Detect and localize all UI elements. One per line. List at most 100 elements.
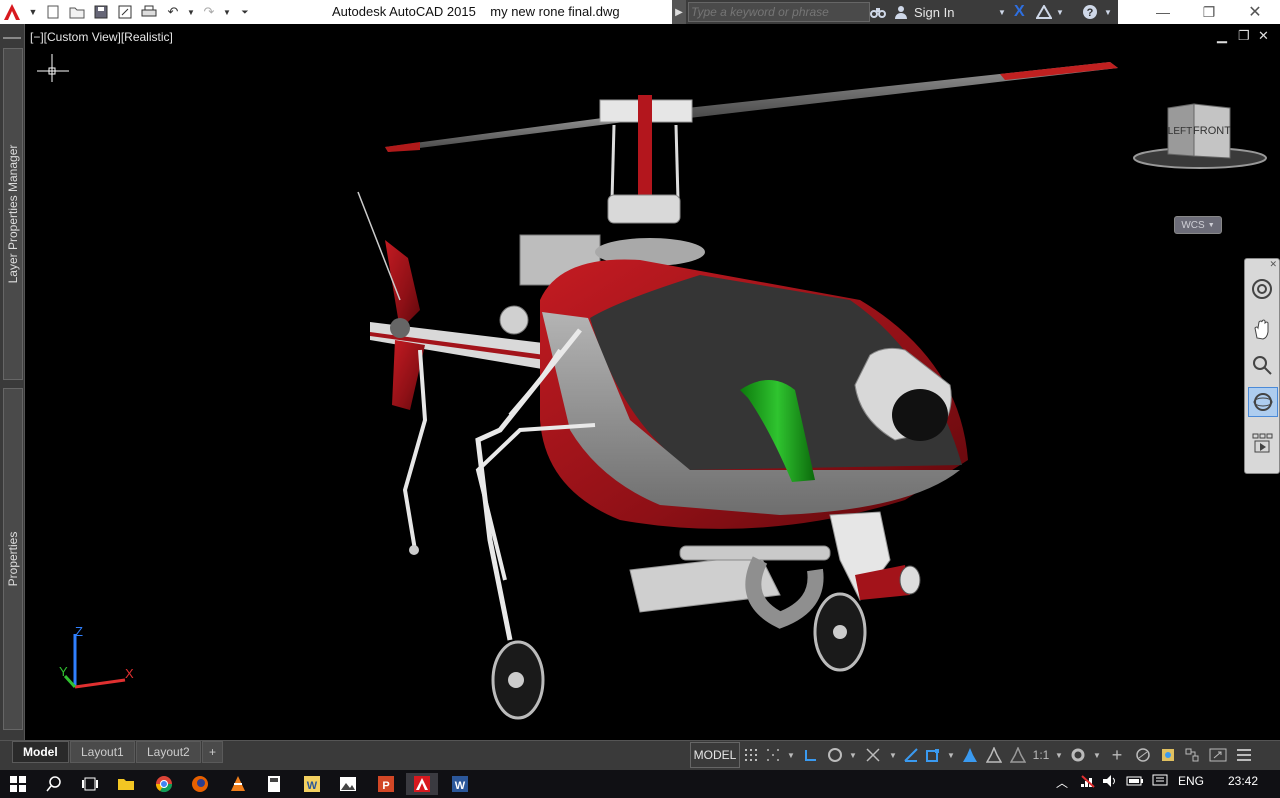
object-snap-dropdown-icon[interactable]: ▼: [944, 743, 958, 767]
customization-menu-icon[interactable]: [1232, 743, 1256, 767]
chrome-icon[interactable]: [148, 773, 180, 795]
redo-dropdown-icon[interactable]: ▼: [222, 2, 232, 22]
model-space-button[interactable]: MODEL: [690, 742, 740, 768]
palette-grip-icon[interactable]: [3, 29, 21, 39]
help-icon[interactable]: ?: [1082, 2, 1098, 22]
isolate-objects-icon[interactable]: [1156, 743, 1180, 767]
clean-screen-icon[interactable]: [1204, 743, 1232, 767]
svg-text:W: W: [455, 780, 466, 792]
annotation-visibility-icon[interactable]: [958, 743, 982, 767]
viewcube-front-label[interactable]: FRONT: [1193, 125, 1231, 137]
powerpoint-icon[interactable]: P: [370, 773, 402, 795]
battery-icon[interactable]: [1126, 774, 1144, 791]
snap-icon[interactable]: [762, 743, 784, 767]
polar-dropdown-icon[interactable]: ▼: [846, 743, 860, 767]
save-as-icon[interactable]: [114, 2, 136, 22]
workspace-dropdown-icon[interactable]: ▼: [1090, 743, 1104, 767]
viewcube[interactable]: LEFT FRONT: [1130, 102, 1270, 172]
binoculars-icon[interactable]: [870, 2, 886, 22]
annotation-monitor-icon[interactable]: +: [1104, 743, 1130, 767]
volume-icon[interactable]: [1102, 774, 1118, 791]
search-input[interactable]: [688, 2, 870, 22]
help-dropdown-icon[interactable]: ▼: [1104, 2, 1112, 22]
firefox-icon[interactable]: [184, 773, 216, 795]
infocenter-toggle-icon[interactable]: ▶: [672, 0, 686, 24]
window-title: Autodesk AutoCAD 2015 my new rone final.…: [332, 4, 620, 19]
calculator-icon[interactable]: [258, 773, 290, 795]
vlc-icon[interactable]: [222, 773, 254, 795]
network-icon[interactable]: [1080, 774, 1096, 791]
isodraft-icon[interactable]: [860, 743, 886, 767]
minimize-icon[interactable]: —: [1140, 0, 1186, 24]
a360-dropdown-icon[interactable]: ▼: [1056, 2, 1064, 22]
clock[interactable]: 23:42: [1228, 774, 1258, 788]
word-icon[interactable]: W: [444, 773, 476, 795]
drawing-viewport[interactable]: [−][Custom View][Realistic] ▁ ❐ ✕ LEFT F…: [25, 24, 1280, 740]
pan-icon[interactable]: [1248, 315, 1276, 343]
units-icon[interactable]: [1130, 743, 1156, 767]
sign-in-dropdown-icon[interactable]: ▼: [998, 2, 1006, 22]
redo-icon[interactable]: ↷: [198, 2, 220, 22]
restore-icon[interactable]: ❐: [1186, 0, 1232, 24]
ucs-z-label: Z: [75, 624, 83, 639]
plot-icon[interactable]: [138, 2, 160, 22]
close-icon[interactable]: ✕: [1232, 0, 1278, 24]
orbit-icon[interactable]: [1248, 387, 1278, 417]
show-hidden-icons-icon[interactable]: ︿: [1056, 774, 1068, 791]
new-layout-button[interactable]: +: [202, 741, 224, 763]
tab-model[interactable]: Model: [12, 741, 69, 763]
properties-tab[interactable]: Properties: [3, 388, 23, 730]
steering-wheel-icon[interactable]: [1248, 275, 1276, 303]
properties-label: Properties: [6, 531, 20, 587]
word-file-icon[interactable]: W: [296, 773, 328, 795]
ucs-y-label: Y: [59, 664, 68, 679]
file-explorer-icon[interactable]: [110, 773, 142, 795]
photos-icon[interactable]: [332, 773, 364, 795]
undo-dropdown-icon[interactable]: ▼: [186, 2, 196, 22]
tab-layout1[interactable]: Layout1: [70, 741, 135, 763]
annotation-scale-value[interactable]: 1:1: [1030, 743, 1052, 767]
title-bar: ▼ ↶ ▼ ↷ ▼ ⏷ Autodesk AutoCAD 2015 my new…: [0, 0, 1280, 24]
autodesk-360-icon[interactable]: [1036, 2, 1052, 22]
scale-dropdown-icon[interactable]: ▼: [1052, 743, 1066, 767]
showmotion-icon[interactable]: [1248, 429, 1276, 457]
svg-text:W: W: [307, 780, 318, 792]
grid-icon[interactable]: [740, 743, 762, 767]
object-snap-tracking-icon[interactable]: [900, 743, 922, 767]
svg-text:?: ?: [1087, 7, 1094, 19]
wcs-menu-button[interactable]: WCS ▼: [1174, 216, 1222, 234]
language-indicator[interactable]: ENG: [1178, 774, 1204, 788]
application-menu-button[interactable]: [0, 0, 24, 24]
hardware-acceleration-icon[interactable]: [1180, 743, 1204, 767]
undo-icon[interactable]: ↶: [162, 2, 184, 22]
polar-tracking-icon[interactable]: [824, 743, 846, 767]
viewcube-left-label[interactable]: LEFT: [1168, 126, 1192, 137]
open-file-icon[interactable]: [66, 2, 88, 22]
workspace-gear-icon[interactable]: [1066, 743, 1090, 767]
annotation-scale-icon[interactable]: [1006, 743, 1030, 767]
snap-dropdown-icon[interactable]: ▼: [784, 743, 798, 767]
sign-in-button[interactable]: Sign In: [914, 2, 954, 22]
navigation-bar: ✕: [1244, 258, 1280, 474]
action-center-icon[interactable]: [1152, 774, 1168, 791]
autocad-taskbar-icon[interactable]: [406, 773, 438, 795]
layer-properties-manager-tab[interactable]: Layer Properties Manager: [3, 48, 23, 380]
customize-qat-icon[interactable]: ⏷: [234, 2, 256, 22]
wcs-label: WCS: [1181, 219, 1205, 231]
app-menu-dropdown-icon[interactable]: ▼: [24, 0, 42, 24]
object-snap-icon[interactable]: [922, 743, 944, 767]
exchange-apps-icon[interactable]: X: [1014, 2, 1025, 22]
ortho-icon[interactable]: [798, 743, 824, 767]
tab-layout2[interactable]: Layout2: [136, 741, 201, 763]
task-view-icon[interactable]: [74, 773, 106, 795]
isodraft-dropdown-icon[interactable]: ▼: [886, 743, 900, 767]
wcs-dropdown-icon: ▼: [1207, 221, 1215, 229]
save-icon[interactable]: [90, 2, 112, 22]
search-icon[interactable]: [38, 773, 70, 795]
navbar-close-icon[interactable]: ✕: [1269, 259, 1277, 270]
user-icon: [894, 2, 908, 22]
start-button[interactable]: [2, 773, 34, 795]
zoom-extents-icon[interactable]: [1248, 351, 1276, 379]
auto-scale-icon[interactable]: [982, 743, 1006, 767]
new-file-icon[interactable]: [42, 2, 64, 22]
